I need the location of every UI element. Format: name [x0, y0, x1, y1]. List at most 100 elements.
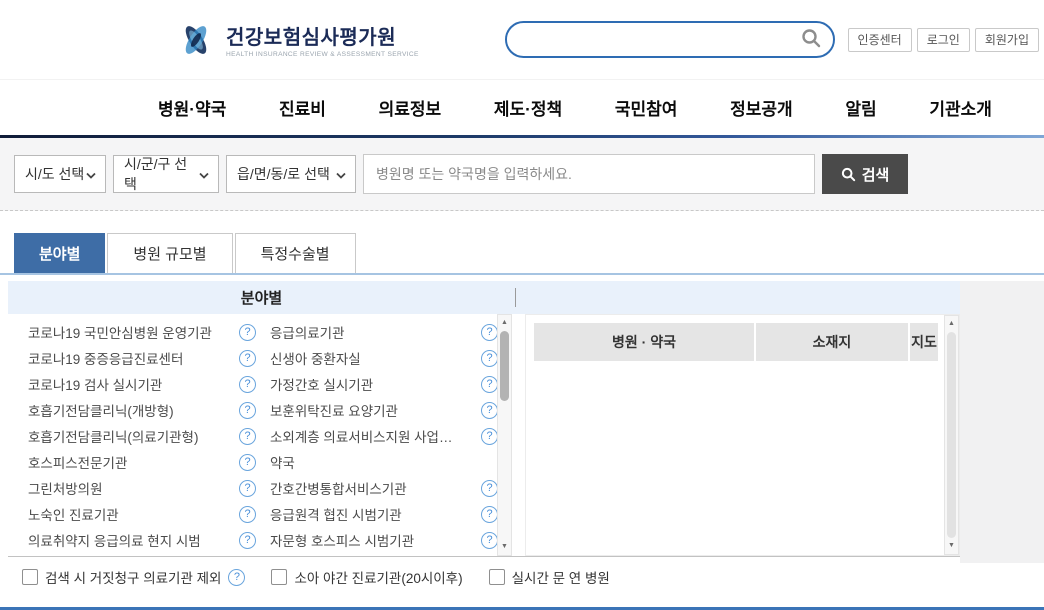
- list-item[interactable]: 간호간병통합서비스기관?: [270, 475, 498, 501]
- scroll-up-icon[interactable]: ▲: [945, 317, 958, 331]
- header-button-0[interactable]: 인증센터: [848, 28, 912, 52]
- header-button-1[interactable]: 로그인: [917, 28, 970, 52]
- footer-option-0: 검색 시 거짓청구 의료기관 제외?: [22, 567, 245, 587]
- list-item-label: 소외계층 의료서비스지원 사업…: [270, 426, 452, 446]
- list-item[interactable]: 호스피스전문기관?: [28, 449, 256, 475]
- header-buttons: 인증센터로그인회원가입: [848, 28, 1039, 52]
- search-button[interactable]: 검색: [822, 154, 908, 194]
- results-column-1: 소재지: [756, 323, 908, 361]
- scrollbar-thumb[interactable]: [947, 332, 956, 538]
- help-icon[interactable]: ?: [239, 532, 256, 549]
- list-item[interactable]: 응급원격 협진 시범기관?: [270, 501, 498, 527]
- list-item[interactable]: 그린처방의원?: [28, 475, 256, 501]
- help-icon[interactable]: ?: [239, 350, 256, 367]
- list-item[interactable]: 자문형 호스피스 시범기관?: [270, 527, 498, 553]
- list-item[interactable]: 소외계층 의료서비스지원 사업…?: [270, 423, 498, 449]
- nav-item-4[interactable]: 국민참여: [615, 95, 678, 120]
- list-item-label: 호스피스전문기관: [28, 452, 127, 472]
- global-search-button[interactable]: [800, 27, 822, 52]
- nav-item-3[interactable]: 제도·정책: [494, 95, 562, 120]
- hira-logo-icon: [175, 17, 217, 68]
- header-button-2[interactable]: 회원가입: [975, 28, 1039, 52]
- checkbox-label: 검색 시 거짓청구 의료기관 제외: [45, 567, 221, 587]
- help-icon[interactable]: ?: [239, 376, 256, 393]
- global-search: [505, 21, 835, 58]
- results-column-2: 지도: [910, 323, 938, 361]
- filter-select-0[interactable]: 시/도 선택: [14, 155, 106, 193]
- list-item[interactable]: 신생아 중환자실?: [270, 345, 498, 371]
- scroll-down-icon[interactable]: ▼: [498, 540, 511, 554]
- tab-1[interactable]: 병원 규모별: [107, 233, 232, 273]
- list-item[interactable]: 노숙인 진료기관?: [28, 501, 256, 527]
- list-item[interactable]: 호흡기전담클리닉(개방형)?: [28, 397, 256, 423]
- logo[interactable]: 건강보험심사평가원 HEALTH INSURANCE REVIEW & ASSE…: [175, 17, 419, 68]
- help-icon[interactable]: ?: [239, 454, 256, 471]
- nav-item-7[interactable]: 기관소개: [929, 95, 992, 120]
- keyword-input[interactable]: [363, 154, 815, 194]
- help-icon[interactable]: ?: [239, 506, 256, 523]
- list-item[interactable]: 약국: [270, 449, 498, 475]
- list-item[interactable]: 보훈위탁진료 요양기관?: [270, 397, 498, 423]
- help-icon[interactable]: ?: [481, 532, 498, 549]
- scroll-down-icon[interactable]: ▼: [945, 539, 958, 553]
- checkbox[interactable]: [22, 569, 38, 585]
- list-item[interactable]: 의료취약지 응급의료 현지 시범?: [28, 527, 256, 553]
- filter-select-1[interactable]: 시/군/구 선택: [113, 155, 219, 193]
- footer-option-2: 실시간 문 연 병원: [489, 567, 610, 587]
- list-item-label: 코로나19 검사 실시기관: [28, 374, 162, 394]
- help-icon[interactable]: ?: [239, 428, 256, 445]
- list-item[interactable]: 응급의료기관?: [270, 319, 498, 345]
- list-item-label: 응급원격 협진 시범기관: [270, 504, 402, 524]
- help-icon[interactable]: ?: [239, 324, 256, 341]
- help-icon[interactable]: ?: [481, 480, 498, 497]
- help-icon[interactable]: ?: [481, 376, 498, 393]
- chevron-down-icon: [336, 166, 346, 182]
- nav-item-2[interactable]: 의료정보: [379, 95, 442, 120]
- list-item-label: 자문형 호스피스 시범기관: [270, 530, 414, 550]
- list-item-label: 의료취약지 응급의료 현지 시범: [28, 530, 201, 550]
- checkbox[interactable]: [271, 569, 287, 585]
- list-item[interactable]: 가정간호 실시기관?: [270, 371, 498, 397]
- nav-item-0[interactable]: 병원·약국: [158, 95, 226, 120]
- nav-item-1[interactable]: 진료비: [279, 95, 326, 120]
- list-item-label: 가정간호 실시기관: [270, 374, 373, 394]
- global-search-input[interactable]: [521, 31, 800, 49]
- tab-0[interactable]: 분야별: [14, 233, 105, 273]
- select-value: 시/군/구 선택: [124, 154, 199, 194]
- nav-item-5[interactable]: 정보공개: [730, 95, 793, 120]
- category-panel: 코로나19 국민안심병원 운영기관?코로나19 중증응급진료센터?코로나19 검…: [8, 314, 520, 556]
- help-icon[interactable]: ?: [481, 506, 498, 523]
- panel-divider: [515, 288, 516, 307]
- logo-subtitle: HEALTH INSURANCE REVIEW & ASSESSMENT SER…: [226, 51, 419, 58]
- category-scrollbar[interactable]: ▲ ▼: [497, 314, 512, 556]
- help-icon[interactable]: ?: [481, 350, 498, 367]
- help-icon[interactable]: ?: [481, 324, 498, 341]
- filter-bar: 시/도 선택 시/군/구 선택 읍/면/동/로 선택 검색: [0, 138, 1044, 211]
- select-value: 읍/면/동/로 선택: [237, 164, 330, 184]
- checkbox-label: 실시간 문 연 병원: [512, 567, 610, 587]
- list-item[interactable]: 코로나19 중증응급진료센터?: [28, 345, 256, 371]
- select-value: 시/도 선택: [25, 164, 84, 184]
- nav-item-6[interactable]: 알림: [845, 95, 876, 120]
- scroll-up-icon[interactable]: ▲: [498, 316, 511, 330]
- filter-select-2[interactable]: 읍/면/동/로 선택: [226, 155, 356, 193]
- help-icon[interactable]: ?: [228, 569, 245, 586]
- help-icon[interactable]: ?: [481, 402, 498, 419]
- list-item-label: 그린처방의원: [28, 478, 103, 498]
- results-scrollbar[interactable]: ▲ ▼: [944, 315, 959, 555]
- help-icon[interactable]: ?: [481, 428, 498, 445]
- logo-title: 건강보험심사평가원: [226, 27, 419, 49]
- help-icon[interactable]: ?: [239, 480, 256, 497]
- list-item[interactable]: 코로나19 검사 실시기관?: [28, 371, 256, 397]
- list-item-label: 호흡기전담클리닉(개방형): [28, 400, 174, 420]
- right-gutter: [960, 281, 1044, 563]
- scrollbar-thumb[interactable]: [500, 331, 509, 401]
- chevron-down-icon: [86, 166, 96, 182]
- list-item[interactable]: 호흡기전담클리닉(의료기관형)?: [28, 423, 256, 449]
- help-icon[interactable]: ?: [239, 402, 256, 419]
- checkbox[interactable]: [489, 569, 505, 585]
- filter-selects: 시/도 선택 시/군/구 선택 읍/면/동/로 선택: [14, 155, 356, 193]
- tab-2[interactable]: 특정수술별: [235, 233, 356, 273]
- content: 코로나19 국민안심병원 운영기관?코로나19 중증응급진료센터?코로나19 검…: [8, 314, 960, 557]
- list-item[interactable]: 코로나19 국민안심병원 운영기관?: [28, 319, 256, 345]
